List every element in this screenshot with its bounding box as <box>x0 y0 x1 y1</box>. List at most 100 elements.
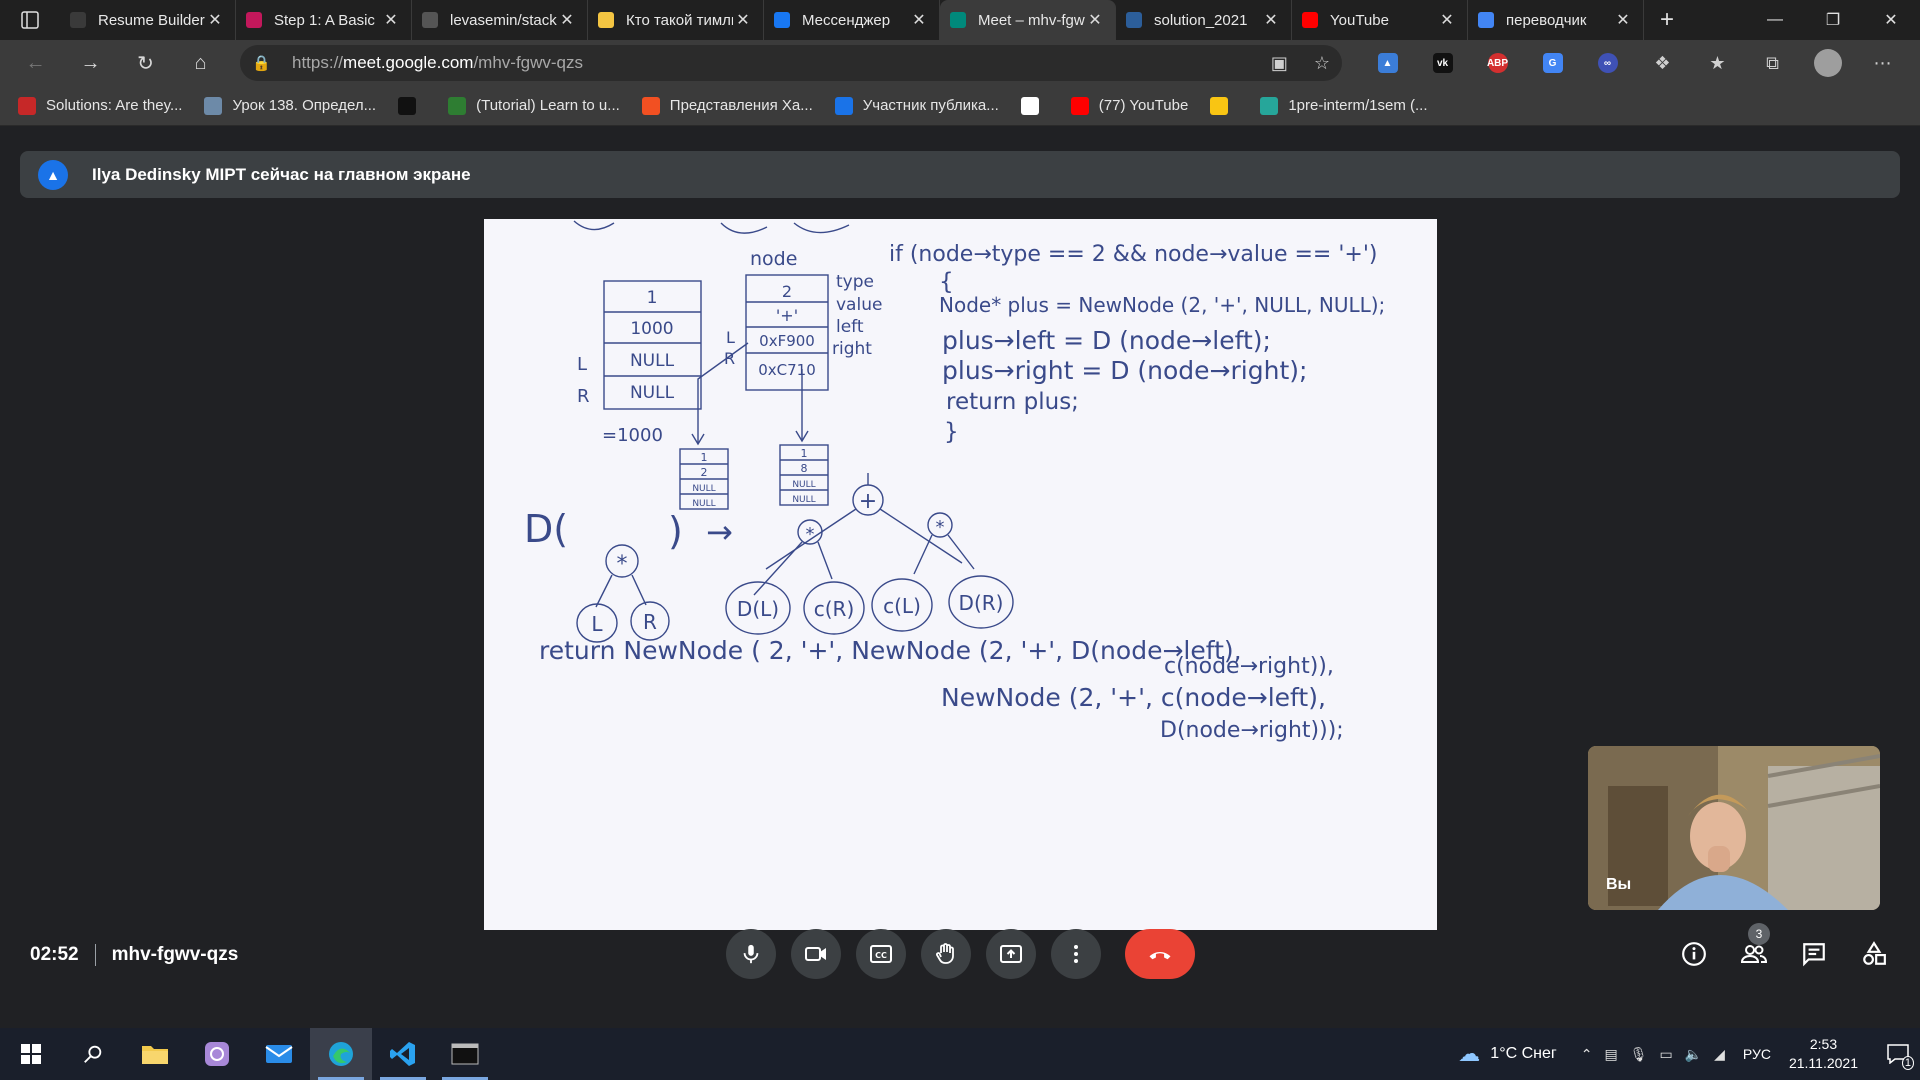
bookmark-item[interactable]: Solutions: Are they... <box>18 96 182 115</box>
browser-tab[interactable]: Meet – mhv-fgwv-qzs✕ <box>940 0 1116 40</box>
left-table-cell: NULL <box>630 351 675 371</box>
browser-tab[interactable]: Мессенджер ✕ <box>764 0 940 40</box>
camera-button[interactable] <box>791 929 841 979</box>
tab-close-button[interactable]: ✕ <box>1085 10 1105 30</box>
tab-close-button[interactable]: ✕ <box>1261 10 1281 30</box>
back-button[interactable]: ← <box>8 40 63 86</box>
tab-actions-button[interactable] <box>0 0 60 40</box>
browser-tab[interactable]: Resume Builder ✕ <box>60 0 236 40</box>
close-window-button[interactable]: ✕ <box>1862 0 1920 40</box>
taskbar-mail[interactable] <box>248 1028 310 1080</box>
home-button[interactable]: ⌂ <box>173 40 228 86</box>
address-bar-row: ← → ↻ ⌂ 🔒 https://meet.google.com/mhv-fg… <box>0 40 1920 86</box>
activities-button[interactable] <box>1844 929 1904 979</box>
node-table-cell: '+' <box>776 306 798 325</box>
tab-close-button[interactable]: ✕ <box>1437 10 1457 30</box>
vscode-icon <box>390 1042 415 1066</box>
captions-button[interactable]: CC <box>856 929 906 979</box>
node-table-cell: 2 <box>782 282 792 301</box>
start-button[interactable] <box>0 1028 62 1080</box>
browser-tab[interactable]: solution_2021 ✕ <box>1116 0 1292 40</box>
url-prefix: https:// <box>292 53 344 72</box>
extension-translate[interactable]: G <box>1525 40 1580 86</box>
settings-menu-button[interactable]: ⋯ <box>1855 40 1910 86</box>
extension-adblock[interactable]: ABP <box>1470 40 1525 86</box>
bookmark-item[interactable]: 1pre-interm/1sem (... <box>1260 96 1428 115</box>
extension-vk[interactable]: vk <box>1415 40 1470 86</box>
taskbar-terminal[interactable] <box>434 1028 496 1080</box>
battery-icon[interactable]: ▤ <box>1604 1046 1617 1063</box>
present-button[interactable] <box>986 929 1036 979</box>
taskbar-explorer[interactable] <box>124 1028 186 1080</box>
microphone-button[interactable] <box>726 929 776 979</box>
meet-stage: ▲ Ilya Dedinsky MIPT сейчас на главном э… <box>0 127 1920 1028</box>
camera-permission-icon[interactable]: ▣ <box>1271 53 1288 74</box>
tab-close-button[interactable]: ✕ <box>909 10 929 30</box>
bookmark-label: (77) YouTube <box>1098 97 1189 114</box>
folder-icon <box>142 1046 168 1064</box>
reload-button[interactable]: ↻ <box>118 40 173 86</box>
self-view-tile[interactable]: Вы <box>1588 746 1880 910</box>
lock-icon[interactable]: 🔒 <box>252 54 292 72</box>
taskbar-app-purple[interactable] <box>186 1028 248 1080</box>
participants-button[interactable]: 3 <box>1724 923 1784 979</box>
wifi-icon[interactable]: ◢ <box>1714 1046 1725 1063</box>
minimize-button[interactable]: — <box>1746 0 1804 40</box>
bookmark-item[interactable] <box>1210 96 1238 115</box>
raise-hand-button[interactable] <box>921 929 971 979</box>
extensions-button[interactable]: ❖ <box>1635 40 1690 86</box>
meeting-details-button[interactable] <box>1664 929 1724 979</box>
forward-button[interactable]: → <box>63 40 118 86</box>
small-table-cell: 1 <box>701 451 708 464</box>
weather-widget[interactable]: ☁ 1°C Снег <box>1458 1041 1556 1067</box>
browser-tab[interactable]: переводчик ✕ <box>1468 0 1644 40</box>
microphone-tray-icon[interactable]: 🎙 <box>1630 1046 1648 1063</box>
tab-close-button[interactable]: ✕ <box>733 10 753 30</box>
extension-mountain[interactable]: ▲ <box>1360 40 1415 86</box>
tab-title: solution_2021 <box>1154 11 1248 29</box>
tab-title: Meet – mhv-fgwv-qzs <box>978 11 1085 29</box>
chevron-up-icon[interactable]: ⌃ <box>1581 1046 1593 1063</box>
infinity-icon: ∞ <box>1597 53 1618 73</box>
restore-button[interactable]: ❐ <box>1804 0 1862 40</box>
favorites-button[interactable]: ★ <box>1690 40 1745 86</box>
add-favorite-icon[interactable]: ☆ <box>1314 53 1330 74</box>
bookmark-item[interactable] <box>1020 96 1049 115</box>
bookmark-item[interactable]: Представления Ха... <box>641 96 813 115</box>
tab-close-button[interactable]: ✕ <box>381 10 401 30</box>
browser-tab[interactable]: YouTube ✕ <box>1292 0 1468 40</box>
search-button[interactable] <box>62 1028 124 1080</box>
taskbar-vscode[interactable] <box>372 1028 434 1080</box>
bookmark-item[interactable]: Участник публика... <box>834 96 999 115</box>
bookmark-item[interactable] <box>398 96 426 115</box>
extension-infinity[interactable]: ∞ <box>1580 40 1635 86</box>
browser-tab[interactable]: Кто такой тимлид✕ <box>588 0 764 40</box>
tab-close-button[interactable]: ✕ <box>557 10 577 30</box>
new-tab-button[interactable]: + <box>1644 0 1690 40</box>
tab-title: Мессенджер <box>802 11 891 29</box>
return-line: D(node→right))); <box>1160 718 1344 743</box>
notifications-button[interactable]: 1 <box>1876 1028 1920 1080</box>
tab-close-button[interactable]: ✕ <box>205 10 225 30</box>
volume-icon[interactable]: 🔈 <box>1685 1046 1702 1063</box>
clock[interactable]: 2:53 21.11.2021 <box>1789 1035 1858 1073</box>
browser-tab[interactable]: levasemin/stack ✕ <box>412 0 588 40</box>
collections-button[interactable]: ⧉ <box>1745 40 1800 86</box>
bookmark-item[interactable]: (77) YouTube <box>1070 96 1189 115</box>
chat-button[interactable] <box>1784 929 1844 979</box>
meet-icon <box>950 12 966 28</box>
bookmark-icon-2 <box>204 96 223 115</box>
display-icon[interactable]: ▭ <box>1659 1046 1672 1063</box>
tab-close-button[interactable]: ✕ <box>1613 10 1633 30</box>
input-language[interactable]: РУС <box>1743 1046 1771 1062</box>
end-call-button[interactable] <box>1125 929 1195 979</box>
address-input[interactable]: 🔒 https://meet.google.com/mhv-fgwv-qzs ▣… <box>240 45 1342 81</box>
browser-tab[interactable]: Step 1: A Basic ✕ <box>236 0 412 40</box>
left-row-label: L <box>577 354 587 375</box>
tab-bar: Resume Builder ✕ Step 1: A Basic ✕ levasemin… <box>0 0 1920 40</box>
bookmark-item[interactable]: Урок 138. Определ... <box>204 96 376 115</box>
taskbar-edge[interactable] <box>310 1028 372 1080</box>
profile-button[interactable] <box>1800 40 1855 86</box>
bookmark-item[interactable]: (Tutorial) Learn to u... <box>448 96 620 115</box>
more-options-button[interactable] <box>1051 929 1101 979</box>
